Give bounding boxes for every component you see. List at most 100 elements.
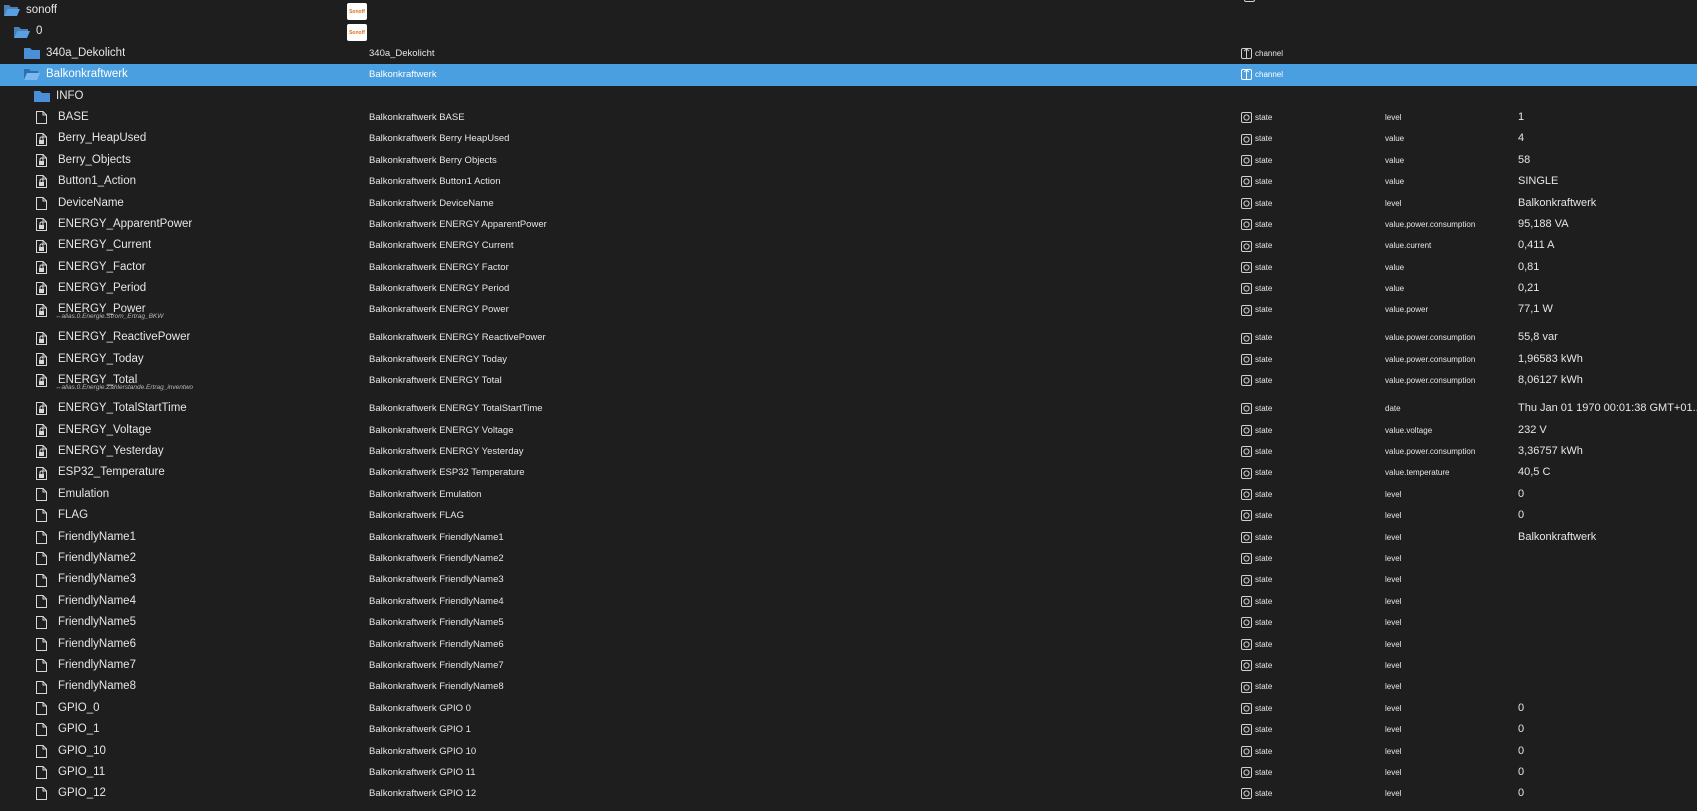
file-icon [36, 766, 52, 780]
state-value[interactable]: 1 [1518, 107, 1697, 128]
state-role: level [1385, 618, 1402, 628]
state-value[interactable]: 3,36757 kWh [1518, 441, 1697, 462]
state-name: Balkonkraftwerk ENERGY TotalStartTime [369, 403, 543, 415]
state-row[interactable]: ENERGY_Factor Balkonkraftwerk ENERGY Fact… [0, 257, 1697, 278]
state-row[interactable]: FriendlyName6 Balkonkraftwerk FriendlyNam… [0, 634, 1697, 655]
state-value[interactable]: 0,21 [1518, 278, 1697, 299]
folder-open-icon [14, 25, 30, 39]
tree-row-channel[interactable]: 340a_Dekolicht 340a_Dekolicht channel [0, 43, 1697, 64]
state-row[interactable]: FriendlyName2 Balkonkraftwerk FriendlyNam… [0, 548, 1697, 569]
state-row[interactable]: BASE Balkonkraftwerk BASE state level 1 [0, 107, 1697, 128]
state-value[interactable]: 0,81 [1518, 257, 1697, 278]
state-value[interactable]: 55,8 var [1518, 327, 1697, 348]
file-icon [36, 594, 52, 608]
state-value[interactable]: Balkonkraftwerk [1518, 193, 1697, 214]
state-value[interactable]: 4 [1518, 128, 1697, 149]
state-value[interactable]: 8,06127 kWh [1518, 370, 1697, 391]
state-row[interactable]: ENERGY_Total ↔alias.0.Energie.Zählerstand… [0, 370, 1697, 398]
state-row[interactable]: Button1_Action Balkonkraftwerk Button1 Ac… [0, 171, 1697, 192]
state-value[interactable]: 58 [1518, 150, 1697, 171]
state-icon [1241, 112, 1252, 124]
state-row[interactable]: GPIO_1 Balkonkraftwerk GPIO 1 state level 0 [0, 719, 1697, 740]
folder-icon [24, 46, 40, 60]
state-name: Balkonkraftwerk GPIO 0 [369, 702, 471, 714]
state-value[interactable]: 0 [1518, 698, 1697, 719]
channel-icon [1241, 47, 1252, 59]
file-readonly-icon [36, 466, 52, 480]
folder-open-icon [4, 4, 20, 18]
type-label: state [1255, 767, 1273, 777]
state-row[interactable]: ENERGY_Yesterday Balkonkraftwerk ENERGY Y… [0, 441, 1697, 462]
state-id: Berry_HeapUsed [58, 132, 147, 145]
state-row[interactable]: GPIO_0 Balkonkraftwerk GPIO 0 state level 0 [0, 698, 1697, 719]
alias-link[interactable]: ↔alias.0.Energie.Strom_Ertrag_BKW [55, 313, 163, 321]
state-row[interactable]: ENERGY_Current Balkonkraftwerk ENERGY Cur… [0, 235, 1697, 256]
state-row[interactable]: ENERGY_TotalStartTime Balkonkraftwerk ENE… [0, 398, 1697, 419]
folder-icon [34, 89, 50, 103]
state-value[interactable]: Balkonkraftwerk [1518, 527, 1697, 548]
state-value[interactable]: 95,188 VA [1518, 214, 1697, 235]
state-row[interactable]: FriendlyName1 Balkonkraftwerk FriendlyNam… [0, 527, 1697, 548]
state-value[interactable]: 40,5 C [1518, 462, 1697, 483]
state-role: value [1385, 134, 1405, 144]
tree-row-info[interactable]: INFO [0, 86, 1697, 107]
state-value[interactable]: 77,1 W [1518, 299, 1697, 320]
type-label: state [1255, 425, 1273, 435]
state-row[interactable]: FLAG Balkonkraftwerk FLAG state level 0 [0, 505, 1697, 526]
state-role: level [1385, 703, 1402, 713]
state-id: DeviceName [58, 196, 124, 209]
state-row[interactable]: FriendlyName7 Balkonkraftwerk FriendlyNam… [0, 655, 1697, 676]
state-row[interactable]: FriendlyName4 Balkonkraftwerk FriendlyNam… [0, 591, 1697, 612]
state-value[interactable]: 0 [1518, 719, 1697, 740]
file-readonly-icon [36, 260, 52, 274]
state-value[interactable]: 0 [1518, 505, 1697, 526]
type-label: state [1255, 354, 1273, 364]
state-icon [1241, 219, 1252, 231]
state-icon [1241, 375, 1252, 387]
state-role: value [1385, 262, 1405, 272]
state-role: level [1385, 639, 1402, 649]
state-value[interactable]: 0 [1518, 484, 1697, 505]
file-icon [36, 744, 52, 758]
state-row[interactable]: GPIO_10 Balkonkraftwerk GPIO 10 state level… [0, 741, 1697, 762]
state-row[interactable]: ENERGY_Power ↔alias.0.Energie.Strom_Ertra… [0, 299, 1697, 327]
state-value[interactable]: 0 [1518, 741, 1697, 762]
state-value[interactable]: 0 [1518, 762, 1697, 783]
state-row[interactable]: ENERGY_ApparentPower Balkonkraftwerk ENER… [0, 214, 1697, 235]
state-id: Button1_Action [58, 175, 137, 188]
type-label: state [1255, 134, 1273, 144]
state-value[interactable]: 0 [1518, 783, 1697, 804]
state-row[interactable]: ESP32_Temperature Balkonkraftwerk ESP32 T… [0, 462, 1697, 483]
state-row[interactable]: FriendlyName5 Balkonkraftwerk FriendlyNam… [0, 612, 1697, 633]
state-role: level [1385, 489, 1402, 499]
tree-row-channel-selected[interactable]: Balkonkraftwerk Balkonkraftwerk channel [0, 64, 1697, 86]
state-role: value.current [1385, 241, 1432, 251]
state-row[interactable]: FriendlyName3 Balkonkraftwerk FriendlyNam… [0, 569, 1697, 590]
state-value[interactable]: Thu Jan 01 1970 00:01:38 GMT+01... [1518, 398, 1697, 419]
state-row[interactable]: GPIO_12 Balkonkraftwerk GPIO 12 state level… [0, 783, 1697, 804]
state-row[interactable]: ENERGY_Today Balkonkraftwerk ENERGY Today… [0, 349, 1697, 370]
state-value[interactable]: SINGLE [1518, 171, 1697, 192]
state-icon [1241, 617, 1252, 629]
state-name: Balkonkraftwerk ESP32 Temperature [369, 467, 525, 479]
state-row[interactable]: Emulation Balkonkraftwerk Emulation state l… [0, 484, 1697, 505]
state-row[interactable]: ENERGY_ReactivePower Balkonkraftwerk ENER… [0, 327, 1697, 348]
state-row[interactable]: Berry_HeapUsed Balkonkraftwerk Berry Heap… [0, 128, 1697, 149]
alias-link[interactable]: ↔alias.0.Energie.Zählerstande.Ertrag_inv… [55, 384, 193, 392]
type-label: state [1255, 447, 1273, 457]
state-value[interactable]: 0,411 A [1518, 235, 1697, 256]
state-row[interactable]: Berry_Objects Balkonkraftwerk Berry Objec… [0, 150, 1697, 171]
state-row[interactable]: FriendlyName8 Balkonkraftwerk FriendlyNam… [0, 676, 1697, 697]
state-value[interactable]: 232 V [1518, 420, 1697, 441]
tree-row-root[interactable]: sonoff Sonoff [0, 0, 1697, 21]
state-icon [1241, 403, 1252, 415]
state-row[interactable]: GPIO_11 Balkonkraftwerk GPIO 11 state level… [0, 762, 1697, 783]
state-row[interactable]: DeviceName Balkonkraftwerk DeviceName stat… [0, 193, 1697, 214]
file-readonly-icon [36, 445, 52, 459]
state-icon [1241, 553, 1252, 565]
state-icon [1241, 446, 1252, 458]
state-row[interactable]: ENERGY_Voltage Balkonkraftwerk ENERGY Vol… [0, 420, 1697, 441]
tree-row-instance[interactable]: 0 Sonoff [0, 21, 1697, 42]
state-value[interactable]: 1,96583 kWh [1518, 349, 1697, 370]
state-row[interactable]: ENERGY_Period Balkonkraftwerk ENERGY Peri… [0, 278, 1697, 299]
